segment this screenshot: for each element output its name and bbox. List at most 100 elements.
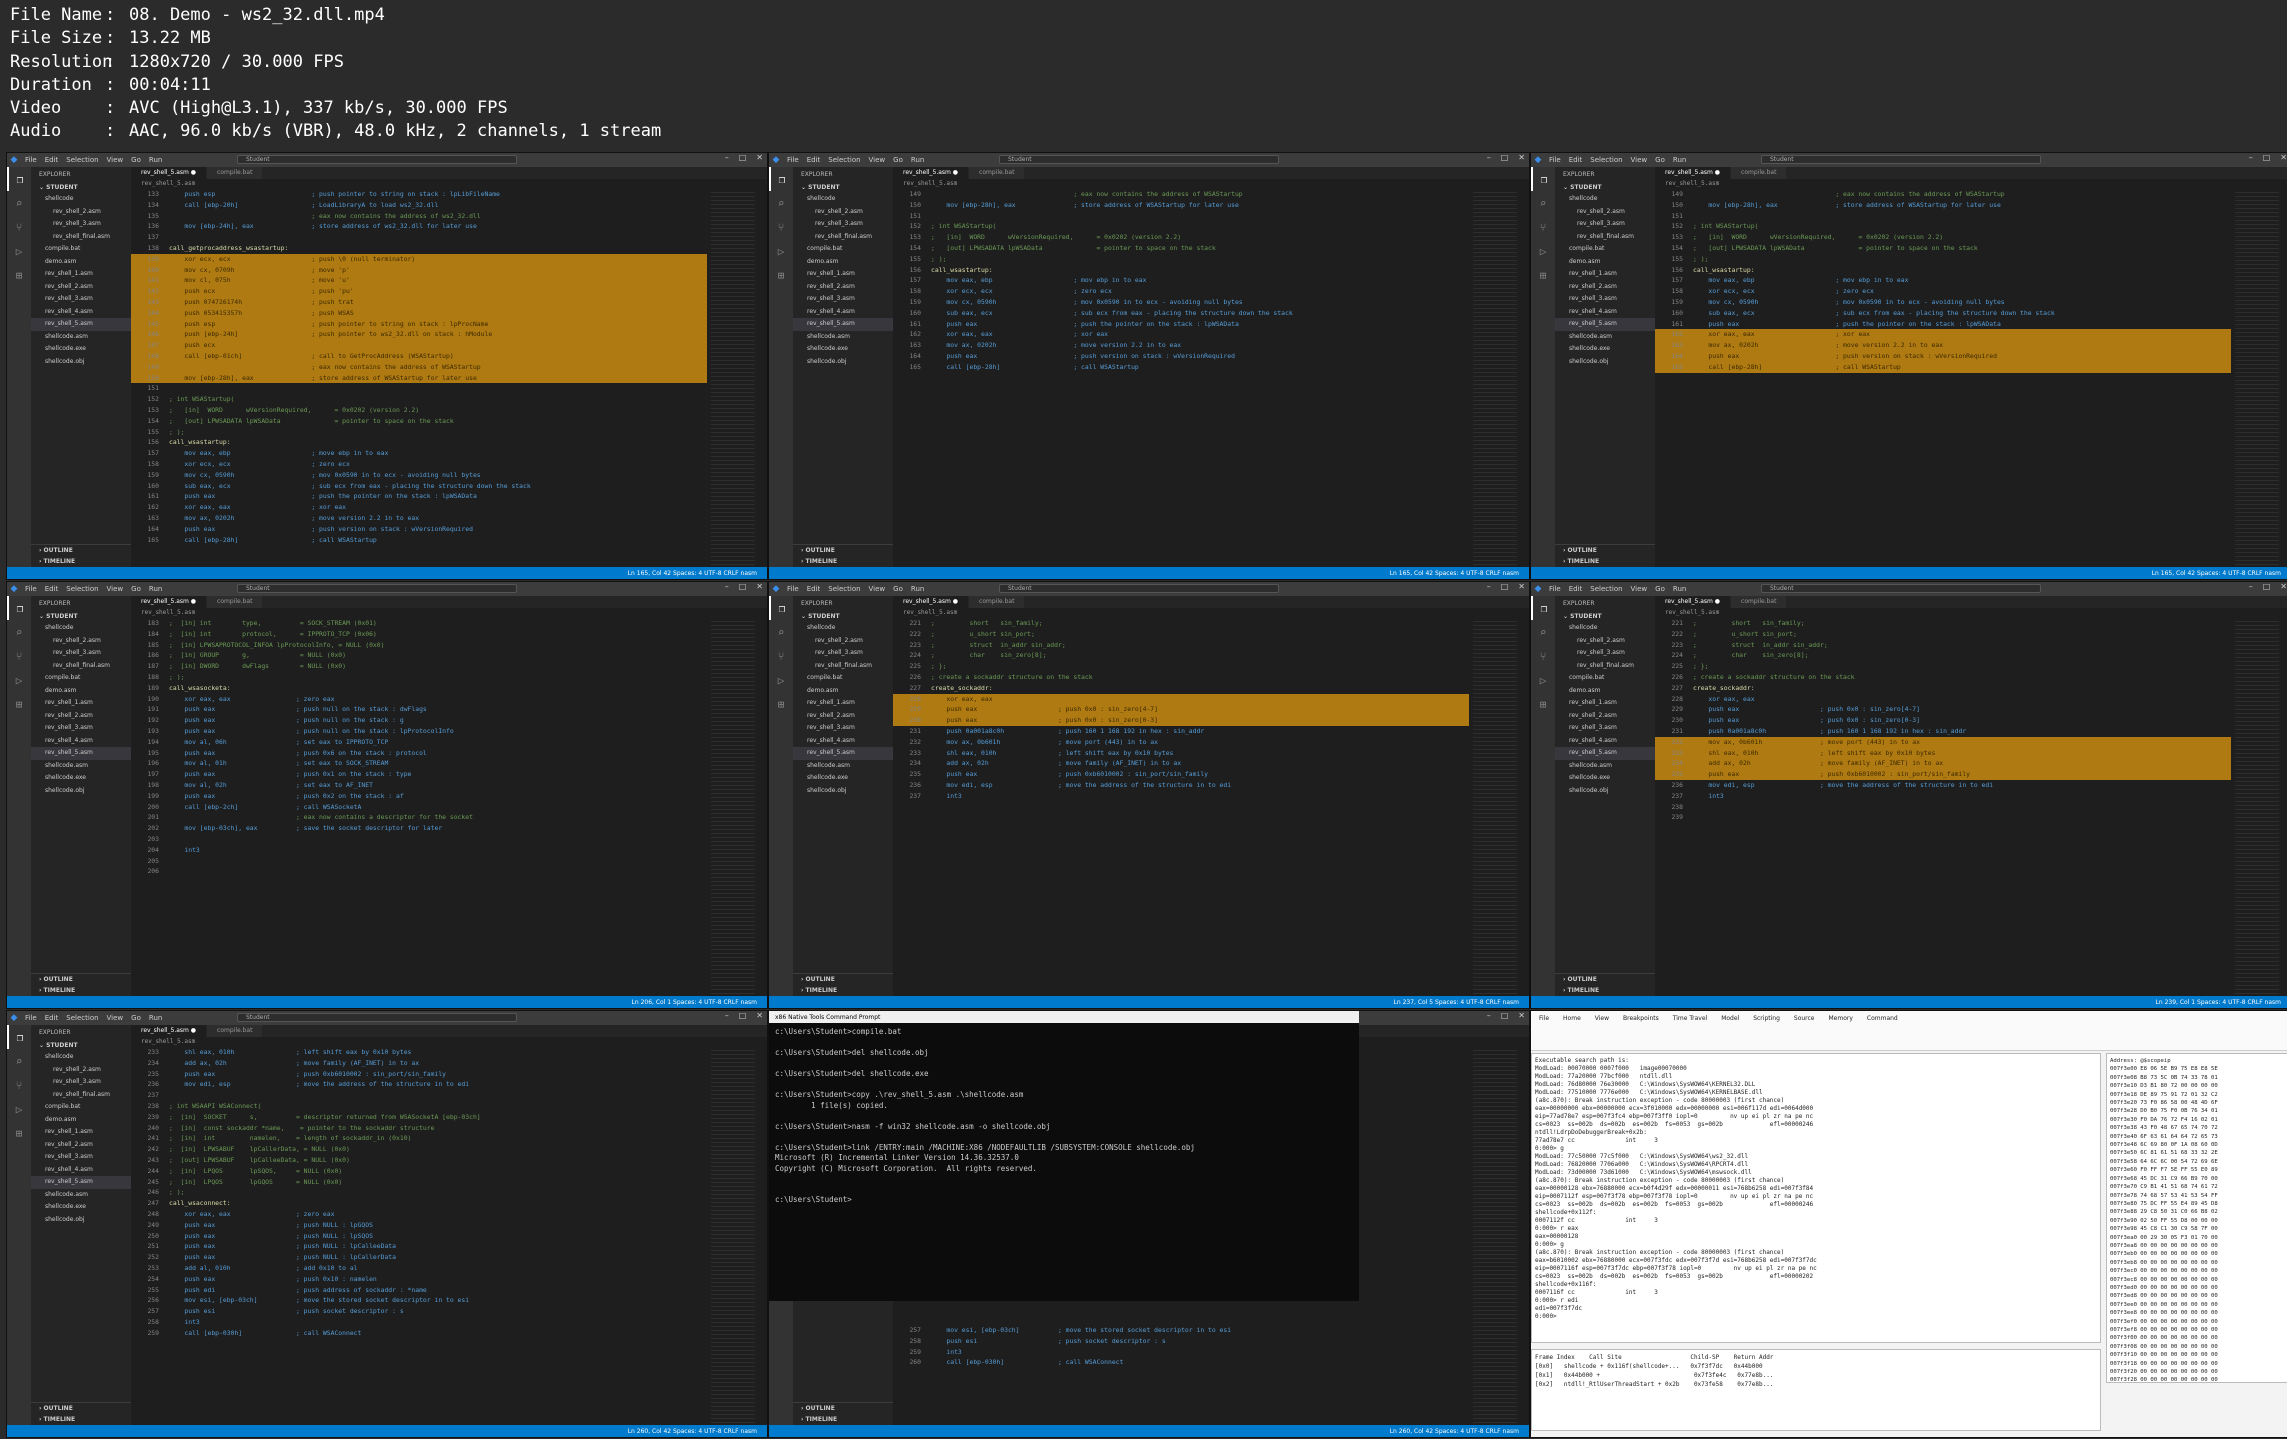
file-tree-item[interactable]: shellcode [1555,622,1655,635]
extensions-icon[interactable]: ⊞ [7,692,31,716]
file-tree-item[interactable]: rev_shell_final.asm [793,660,893,673]
tab-rev-shell-5[interactable]: rev_shell_5.asm ● [1655,596,1732,608]
minimize-icon[interactable]: – [1487,153,1491,162]
menu-item[interactable]: File [1549,585,1561,593]
file-tree-item[interactable]: demo.asm [1555,256,1655,269]
menu-item[interactable]: Selection [66,156,98,164]
terminal-window[interactable]: x86 Native Tools Command Prompt c:\Users\… [769,1011,1359,1301]
file-tree-item[interactable]: rev_shell_5.asm [1555,747,1655,760]
close-icon[interactable]: ✕ [2280,582,2287,591]
stack-row[interactable]: [0x2] ntdll!_RtlUserThreadStart + 0x2b 0… [1535,1380,2097,1389]
minimize-icon[interactable]: – [725,153,729,162]
file-tree-item[interactable]: compile.bat [793,672,893,685]
file-tree-item[interactable]: rev_shell_4.asm [1555,306,1655,319]
file-tree-item[interactable]: shellcode.obj [1555,356,1655,369]
minimize-icon[interactable]: – [1487,582,1491,591]
menu-item[interactable]: Go [131,1014,141,1022]
file-tree-item[interactable]: rev_shell_5.asm [31,318,131,331]
files-icon[interactable]: ❐ [7,1025,31,1049]
menu-item[interactable]: Edit [807,585,821,593]
command-search-input[interactable]: Student [999,584,1279,593]
file-tree-item[interactable]: rev_shell_5.asm [793,318,893,331]
file-tree-item[interactable]: shellcode.obj [793,356,893,369]
file-tree-item[interactable]: rev_shell_1.asm [793,697,893,710]
minimap[interactable] [1473,618,1517,996]
file-tree-item[interactable]: rev_shell_3.asm [793,647,893,660]
menu-item[interactable]: Edit [1569,585,1583,593]
outline-section[interactable]: › OUTLINE [31,974,131,985]
file-tree-item[interactable]: demo.asm [31,1114,131,1127]
file-tree-item[interactable]: rev_shell_final.asm [31,231,131,244]
tab-compile-bat[interactable]: compile.bat [969,596,1026,608]
file-tree-item[interactable]: rev_shell_1.asm [1555,268,1655,281]
close-icon[interactable]: ✕ [1518,1011,1525,1020]
extensions-icon[interactable]: ⊞ [7,1121,31,1145]
file-tree-item[interactable]: rev_shell_3.asm [31,1151,131,1164]
ribbon-item[interactable]: Source [1794,1015,1815,1046]
menu-item[interactable]: View [107,585,124,593]
extensions-icon[interactable]: ⊞ [769,692,793,716]
source-control-icon[interactable]: ⑂ [7,1073,31,1097]
timeline-section[interactable]: › TIMELINE [1555,556,1655,567]
ribbon-item[interactable]: Breakpoints [1623,1015,1659,1046]
menu-item[interactable]: Go [1655,156,1665,164]
timeline-section[interactable]: › TIMELINE [793,985,893,996]
file-tree-item[interactable]: demo.asm [1555,685,1655,698]
menu-item[interactable]: Go [893,585,903,593]
minimap[interactable] [1473,1047,1517,1425]
source-control-icon[interactable]: ⑂ [1531,215,1555,239]
file-tree-item[interactable]: rev_shell_2.asm [31,635,131,648]
outline-section[interactable]: › OUTLINE [793,1403,893,1414]
menu-item[interactable]: Edit [807,156,821,164]
menu-item[interactable]: Selection [828,585,860,593]
file-tree-item[interactable]: rev_shell_2.asm [31,206,131,219]
run-debug-icon[interactable]: ▷ [7,668,31,692]
source-control-icon[interactable]: ⑂ [7,215,31,239]
file-tree-item[interactable]: shellcode [31,193,131,206]
search-icon[interactable]: ⌕ [769,620,793,644]
outline-section[interactable]: › OUTLINE [1555,974,1655,985]
file-tree-item[interactable]: demo.asm [31,685,131,698]
file-tree-item[interactable]: rev_shell_2.asm [793,206,893,219]
maximize-icon[interactable]: □ [739,1011,747,1020]
menu-item[interactable]: Run [911,156,924,164]
file-tree-item[interactable]: rev_shell_3.asm [1555,722,1655,735]
workspace-folder[interactable]: ⌄ STUDENT [1555,611,1655,622]
file-tree-item[interactable]: rev_shell_4.asm [31,735,131,748]
extensions-icon[interactable]: ⊞ [1531,263,1555,287]
workspace-folder[interactable]: ⌄ STUDENT [1555,182,1655,193]
outline-section[interactable]: › OUTLINE [793,545,893,556]
file-tree-item[interactable]: shellcode.obj [31,356,131,369]
files-icon[interactable]: ❐ [1531,167,1555,191]
file-tree-item[interactable]: compile.bat [1555,672,1655,685]
menu-item[interactable]: Run [149,1014,162,1022]
tab-rev-shell-5[interactable]: rev_shell_5.asm ● [131,596,208,608]
tab-compile-bat[interactable]: compile.bat [207,1025,264,1037]
extensions-icon[interactable]: ⊞ [769,263,793,287]
files-icon[interactable]: ❐ [769,596,793,620]
search-icon[interactable]: ⌕ [1531,191,1555,215]
menu-item[interactable]: View [107,156,124,164]
files-icon[interactable]: ❐ [1531,596,1555,620]
menu-item[interactable]: Run [911,585,924,593]
file-tree-item[interactable]: rev_shell_2.asm [793,710,893,723]
workspace-folder[interactable]: ⌄ STUDENT [31,182,131,193]
ribbon-item[interactable]: File [1539,1015,1549,1046]
extensions-icon[interactable]: ⊞ [7,263,31,287]
command-window[interactable]: Executable search path is: ModLoad: 0007… [1531,1053,2101,1343]
file-tree-item[interactable]: rev_shell_3.asm [31,722,131,735]
close-icon[interactable]: ✕ [1518,153,1525,162]
tab-compile-bat[interactable]: compile.bat [207,167,264,179]
file-tree-item[interactable]: rev_shell_3.asm [793,218,893,231]
file-tree-item[interactable]: shellcode.asm [1555,760,1655,773]
file-tree-item[interactable]: rev_shell_3.asm [793,293,893,306]
search-icon[interactable]: ⌕ [7,191,31,215]
file-tree-item[interactable]: rev_shell_2.asm [1555,710,1655,723]
code-area[interactable]: 149 ; eax now contains the address of WS… [1655,189,2231,567]
file-tree-item[interactable]: shellcode [1555,193,1655,206]
menu-item[interactable]: Selection [1590,585,1622,593]
menu-item[interactable]: Selection [66,1014,98,1022]
code-area[interactable]: 221 ; short sin_family; 222 ; u_short sin_p… [1655,618,2231,996]
timeline-section[interactable]: › TIMELINE [793,1414,893,1425]
file-tree-item[interactable]: rev_shell_2.asm [31,710,131,723]
